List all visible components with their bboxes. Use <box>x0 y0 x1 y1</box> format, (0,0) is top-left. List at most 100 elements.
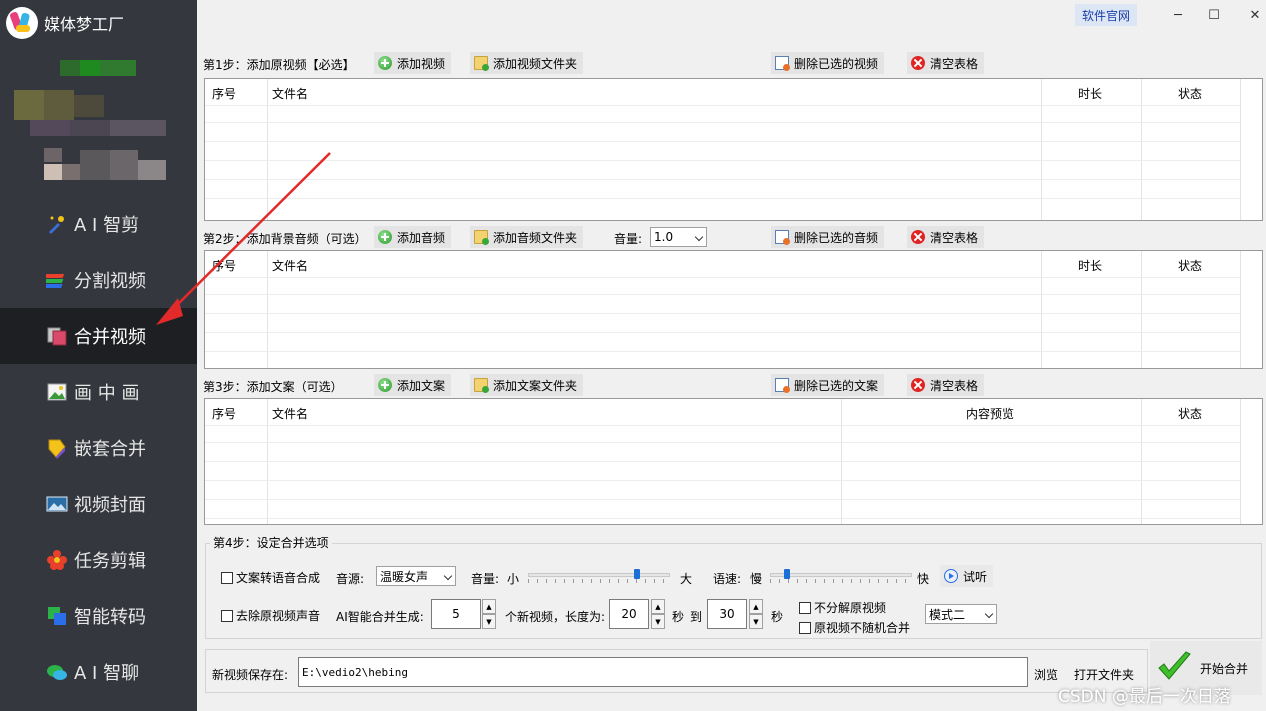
add-icon <box>378 378 392 392</box>
browse-button[interactable]: 浏览 <box>1034 666 1058 683</box>
tts-checkbox[interactable]: 文案转语音合成 <box>221 569 320 586</box>
speech-rate-slider[interactable] <box>770 569 912 583</box>
merge-mode-select[interactable]: 模式二 <box>925 604 997 624</box>
video-table[interactable]: 序号 文件名 时长 状态 <box>204 78 1263 221</box>
delete-selected-video-button[interactable]: 删除已选的视频 <box>771 52 885 74</box>
blurred-user-info <box>0 0 197 196</box>
column-header-index[interactable]: 序号 <box>212 405 236 422</box>
clear-script-table-button[interactable]: 清空表格 <box>907 374 985 396</box>
sidebar-item-nested-merge[interactable]: 嵌套合并 <box>0 420 197 476</box>
stepper-up-icon[interactable]: ▲ <box>482 599 496 614</box>
clear-video-table-label: 清空表格 <box>930 56 979 71</box>
voice-select[interactable]: 温暖女声 <box>376 566 456 586</box>
smart-transcode-icon <box>46 605 68 627</box>
max-length-input[interactable]: 30 <box>707 599 747 629</box>
add-video-button[interactable]: 添加视频 <box>374 52 452 74</box>
delete-selected-script-label: 删除已选的文案 <box>794 378 879 393</box>
sidebar-item-picture-in-picture[interactable]: 画 中 画 <box>0 364 197 420</box>
sidebar-item-ai-clip[interactable]: A I 智剪 <box>0 196 197 252</box>
video-count-input[interactable]: 5 <box>431 599 481 629</box>
sidebar-item-task-edit[interactable]: 任务剪辑 <box>0 532 197 588</box>
min-length-stepper[interactable]: ▲ ▼ <box>651 599 665 629</box>
column-header-filename[interactable]: 文件名 <box>272 85 308 102</box>
video-count-suffix: 个新视频，长度为: <box>505 610 606 624</box>
stepper-up-icon[interactable]: ▲ <box>749 599 763 614</box>
add-audio-label: 添加音频 <box>397 230 446 245</box>
close-button[interactable]: ✕ <box>1240 2 1266 28</box>
split-video-icon <box>43 269 68 291</box>
delete-selected-icon <box>775 378 790 393</box>
stepper-up-icon[interactable]: ▲ <box>651 599 665 614</box>
sidebar-item-split-video[interactable]: 分割视频 <box>0 252 197 308</box>
merge-video-icon <box>46 325 68 347</box>
audio-table[interactable]: 序号 文件名 时长 状态 <box>204 250 1263 369</box>
slider-thumb[interactable] <box>634 569 641 579</box>
column-header-duration[interactable]: 时长 <box>1078 257 1102 274</box>
no-split-original-checkbox[interactable]: 不分解原视频 <box>799 599 886 616</box>
column-header-duration[interactable]: 时长 <box>1078 85 1102 102</box>
folder-add-icon <box>474 56 489 71</box>
no-random-merge-checkbox[interactable]: 原视频不随机合并 <box>799 619 910 636</box>
add-script-button[interactable]: 添加文案 <box>374 374 452 396</box>
sidebar-item-merge-video[interactable]: 合并视频 <box>0 308 197 364</box>
remove-original-audio-checkbox[interactable]: 去除原视频声音 <box>221 607 320 624</box>
clear-script-table-label: 清空表格 <box>930 378 979 393</box>
start-merge-label: 开始合并 <box>1199 661 1248 676</box>
add-icon <box>378 56 392 70</box>
delete-selected-audio-button[interactable]: 删除已选的音频 <box>771 226 885 248</box>
column-header-index[interactable]: 序号 <box>212 257 236 274</box>
sidebar-item-video-cover[interactable]: 视频封面 <box>0 476 197 532</box>
folder-add-icon <box>474 230 489 245</box>
clear-icon <box>911 56 925 70</box>
min-length-input[interactable]: 20 <box>609 599 649 629</box>
column-header-status[interactable]: 状态 <box>1178 405 1202 422</box>
add-audio-folder-button[interactable]: 添加音频文件夹 <box>470 226 584 248</box>
picture-in-picture-icon <box>46 381 68 403</box>
add-video-folder-button[interactable]: 添加视频文件夹 <box>470 52 584 74</box>
delete-selected-script-button[interactable]: 删除已选的文案 <box>771 374 885 396</box>
column-header-filename[interactable]: 文件名 <box>272 405 308 422</box>
output-path-input[interactable]: E:\vedio2\hebing <box>298 657 1028 687</box>
column-header-index[interactable]: 序号 <box>212 85 236 102</box>
stepper-down-icon[interactable]: ▼ <box>651 614 665 629</box>
sidebar-item-ai-chat[interactable]: A I 智聊 <box>0 644 197 700</box>
clear-audio-table-button[interactable]: 清空表格 <box>907 226 985 248</box>
maximize-button[interactable]: ☐ <box>1199 2 1229 28</box>
audio-volume-label: 音量: <box>614 232 643 246</box>
max-length-stepper[interactable]: ▲ ▼ <box>749 599 763 629</box>
tts-checkbox-label: 文案转语音合成 <box>236 571 321 585</box>
clear-video-table-button[interactable]: 清空表格 <box>907 52 985 74</box>
column-header-content-preview[interactable]: 内容预览 <box>966 405 1014 422</box>
column-header-filename[interactable]: 文件名 <box>272 257 308 274</box>
sidebar-item-label: 视频封面 <box>74 495 146 516</box>
slider-thumb[interactable] <box>783 569 790 579</box>
step4-label: 第4步：设定合并选项 <box>210 534 332 551</box>
audio-volume-select[interactable]: 1.0 <box>650 227 707 247</box>
script-table[interactable]: 序号 文件名 内容预览 状态 <box>204 398 1263 525</box>
stepper-down-icon[interactable]: ▼ <box>749 614 763 629</box>
column-header-status[interactable]: 状态 <box>1178 85 1202 102</box>
add-script-folder-button[interactable]: 添加文案文件夹 <box>470 374 584 396</box>
sidebar-item-label: 合并视频 <box>74 327 146 348</box>
ai-generate-label: AI智能合并生成: <box>336 610 424 624</box>
sidebar-item-smart-transcode[interactable]: 智能转码 <box>0 588 197 644</box>
preview-audio-button[interactable]: 试听 <box>940 565 994 587</box>
delete-selected-video-label: 删除已选的视频 <box>794 56 879 71</box>
preview-audio-label: 试听 <box>963 569 988 584</box>
official-site-link[interactable]: 软件官网 <box>1075 4 1137 26</box>
tts-volume-max-label: 大 <box>680 572 693 586</box>
add-script-folder-label: 添加文案文件夹 <box>493 378 578 393</box>
step3-label: 第3步：添加文案（可选） <box>203 380 343 394</box>
open-folder-button[interactable]: 打开文件夹 <box>1074 666 1134 683</box>
add-audio-button[interactable]: 添加音频 <box>374 226 452 248</box>
video-count-stepper[interactable]: ▲ ▼ <box>482 599 496 629</box>
add-audio-folder-label: 添加音频文件夹 <box>493 230 578 245</box>
minimize-button[interactable]: ─ <box>1163 2 1193 28</box>
tts-volume-slider[interactable] <box>528 569 670 583</box>
column-header-status[interactable]: 状态 <box>1178 257 1202 274</box>
range-to-label: 到 <box>690 610 703 624</box>
delete-selected-icon <box>775 230 790 245</box>
voice-label: 音源: <box>336 572 365 586</box>
speech-rate-max-label: 快 <box>917 572 930 586</box>
stepper-down-icon[interactable]: ▼ <box>482 614 496 629</box>
